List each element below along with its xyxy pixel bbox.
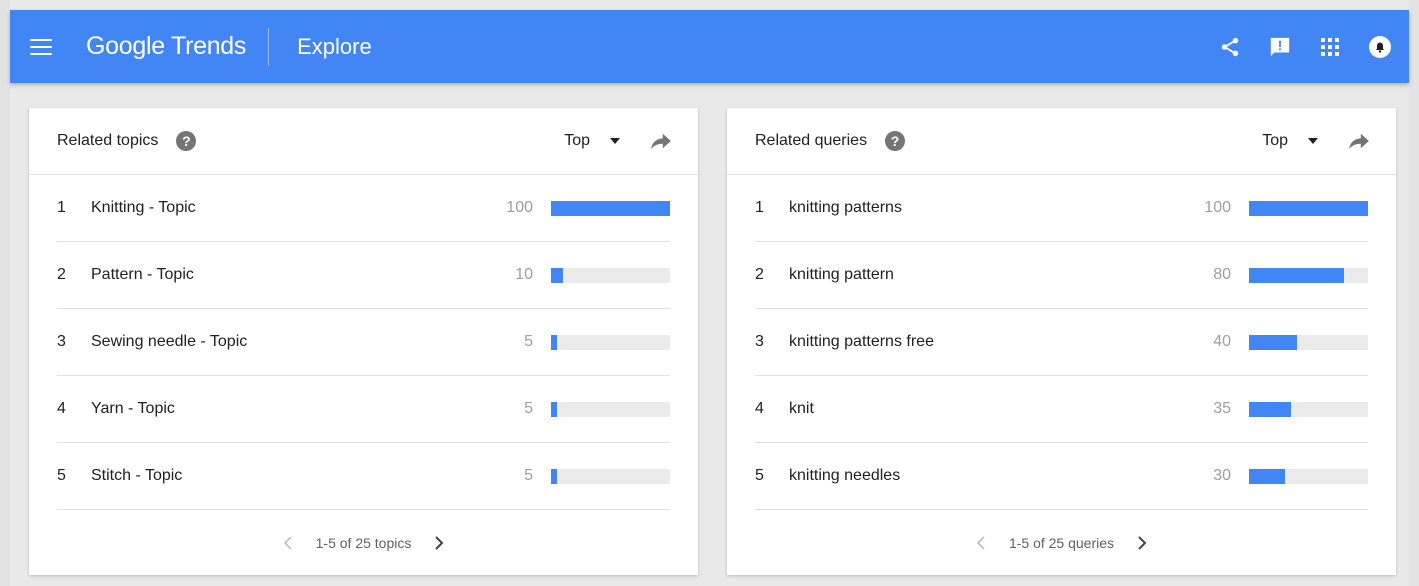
help-icon[interactable]: ? <box>176 131 197 151</box>
bar-fill <box>551 334 557 350</box>
item-label[interactable]: Sewing needle - Topic <box>91 333 247 351</box>
queries-filter-dropdown[interactable]: Top <box>1262 132 1318 150</box>
item-label[interactable]: Yarn - Topic <box>91 400 175 418</box>
google-trends-logo[interactable]: Google Trends <box>86 32 246 61</box>
menu-icon[interactable] <box>30 38 52 55</box>
rank: 2 <box>57 266 66 283</box>
related-queries-title: Related queries <box>755 132 868 149</box>
bar-track <box>551 334 670 350</box>
list-item[interactable]: 3 knitting patterns free 40 <box>755 309 1368 376</box>
rank: 5 <box>57 467 66 484</box>
related-queries-card: Related queries ? Top 1 knitting patterns… <box>727 108 1396 575</box>
item-label[interactable]: knitting needles <box>789 467 900 485</box>
item-value: 5 <box>524 467 533 484</box>
list-item[interactable]: 4 knit 35 <box>755 376 1368 443</box>
appbar-actions <box>1192 35 1392 59</box>
bar-track <box>1249 468 1368 484</box>
rank: 2 <box>755 266 764 283</box>
chevron-right-icon[interactable] <box>1130 531 1154 555</box>
item-value: 35 <box>1213 400 1231 417</box>
related-topics-header: Related topics ? Top <box>29 108 698 175</box>
bar-track <box>551 401 670 417</box>
logo-trends-text: Trends <box>171 32 247 60</box>
list-item[interactable]: 1 Knitting - Topic 100 <box>57 175 670 242</box>
apps-icon[interactable] <box>1318 35 1342 59</box>
item-value: 100 <box>506 199 533 216</box>
related-queries-header: Related queries ? Top <box>727 108 1396 175</box>
topics-pager-text: 1-5 of 25 topics <box>315 535 412 551</box>
bar-fill <box>1249 334 1297 350</box>
item-value: 10 <box>515 266 533 283</box>
logo-google-text: Google <box>86 32 165 60</box>
related-topics-title: Related topics <box>57 132 159 149</box>
rank: 1 <box>57 199 66 216</box>
bar-track <box>1249 401 1368 417</box>
notifications-icon[interactable] <box>1368 35 1392 59</box>
related-topics-list: 1 Knitting - Topic 100 2 Pattern - Topic 10 3 S… <box>29 175 698 510</box>
bar-track <box>551 468 670 484</box>
bar-fill <box>1249 401 1291 417</box>
bar-fill <box>1249 468 1285 484</box>
chevron-left-icon[interactable] <box>969 531 993 555</box>
bar-fill <box>551 401 557 417</box>
bar-track <box>1249 200 1368 216</box>
bar-track <box>1249 267 1368 283</box>
bar-track <box>551 200 670 216</box>
list-item[interactable]: 2 knitting pattern 80 <box>755 242 1368 309</box>
share-arrow-icon[interactable] <box>1348 132 1370 150</box>
item-label[interactable]: Stitch - Topic <box>91 467 182 485</box>
bar-fill <box>1249 267 1345 283</box>
header-divider <box>268 27 270 66</box>
list-item[interactable]: 2 Pattern - Topic 10 <box>57 242 670 309</box>
list-item[interactable]: 5 Stitch - Topic 5 <box>57 443 670 510</box>
feedback-icon[interactable] <box>1268 35 1292 59</box>
topics-pager: 1-5 of 25 topics <box>29 510 698 576</box>
item-value: 40 <box>1213 333 1231 350</box>
share-icon[interactable] <box>1218 35 1242 59</box>
bar-fill <box>551 468 557 484</box>
app-bar: Google Trends Explore <box>10 10 1409 83</box>
list-item[interactable]: 4 Yarn - Topic 5 <box>57 376 670 443</box>
topics-filter-dropdown[interactable]: Top <box>564 132 620 150</box>
item-label[interactable]: knitting pattern <box>789 266 894 284</box>
topics-filter-label: Top <box>564 132 590 149</box>
caret-down-icon <box>610 138 620 144</box>
item-label[interactable]: knitting patterns <box>789 199 902 217</box>
rank: 4 <box>57 400 66 417</box>
chevron-left-icon[interactable] <box>276 531 300 555</box>
page-title: Explore <box>297 33 372 59</box>
item-value: 100 <box>1204 199 1231 216</box>
list-item[interactable]: 3 Sewing needle - Topic 5 <box>57 309 670 376</box>
queries-filter-label: Top <box>1262 132 1288 149</box>
rank: 3 <box>755 333 764 350</box>
bar-track <box>1249 334 1368 350</box>
bar-fill <box>1249 200 1368 216</box>
list-item[interactable]: 1 knitting patterns 100 <box>755 175 1368 242</box>
rank: 5 <box>755 467 764 484</box>
bar-fill <box>551 267 563 283</box>
rank: 1 <box>755 199 764 216</box>
chevron-right-icon[interactable] <box>427 531 451 555</box>
related-queries-list: 1 knitting patterns 100 2 knitting pattern 80… <box>727 175 1396 510</box>
caret-down-icon <box>1308 138 1318 144</box>
rank: 4 <box>755 400 764 417</box>
help-icon[interactable]: ? <box>885 131 906 151</box>
queries-pager: 1-5 of 25 queries <box>727 510 1396 576</box>
item-value: 5 <box>524 400 533 417</box>
queries-pager-text: 1-5 of 25 queries <box>1008 535 1115 551</box>
item-label[interactable]: knit <box>789 400 814 418</box>
item-label[interactable]: knitting patterns free <box>789 333 934 351</box>
item-value: 30 <box>1213 467 1231 484</box>
list-item[interactable]: 5 knitting needles 30 <box>755 443 1368 510</box>
item-value: 5 <box>524 333 533 350</box>
related-topics-card: Related topics ? Top 1 Knitting - Topic 10… <box>29 108 698 575</box>
item-label[interactable]: Knitting - Topic <box>91 199 196 217</box>
bar-fill <box>551 200 670 216</box>
item-value: 80 <box>1213 266 1231 283</box>
item-label[interactable]: Pattern - Topic <box>91 266 194 284</box>
bar-track <box>551 267 670 283</box>
share-arrow-icon[interactable] <box>650 132 672 150</box>
rank: 3 <box>57 333 66 350</box>
